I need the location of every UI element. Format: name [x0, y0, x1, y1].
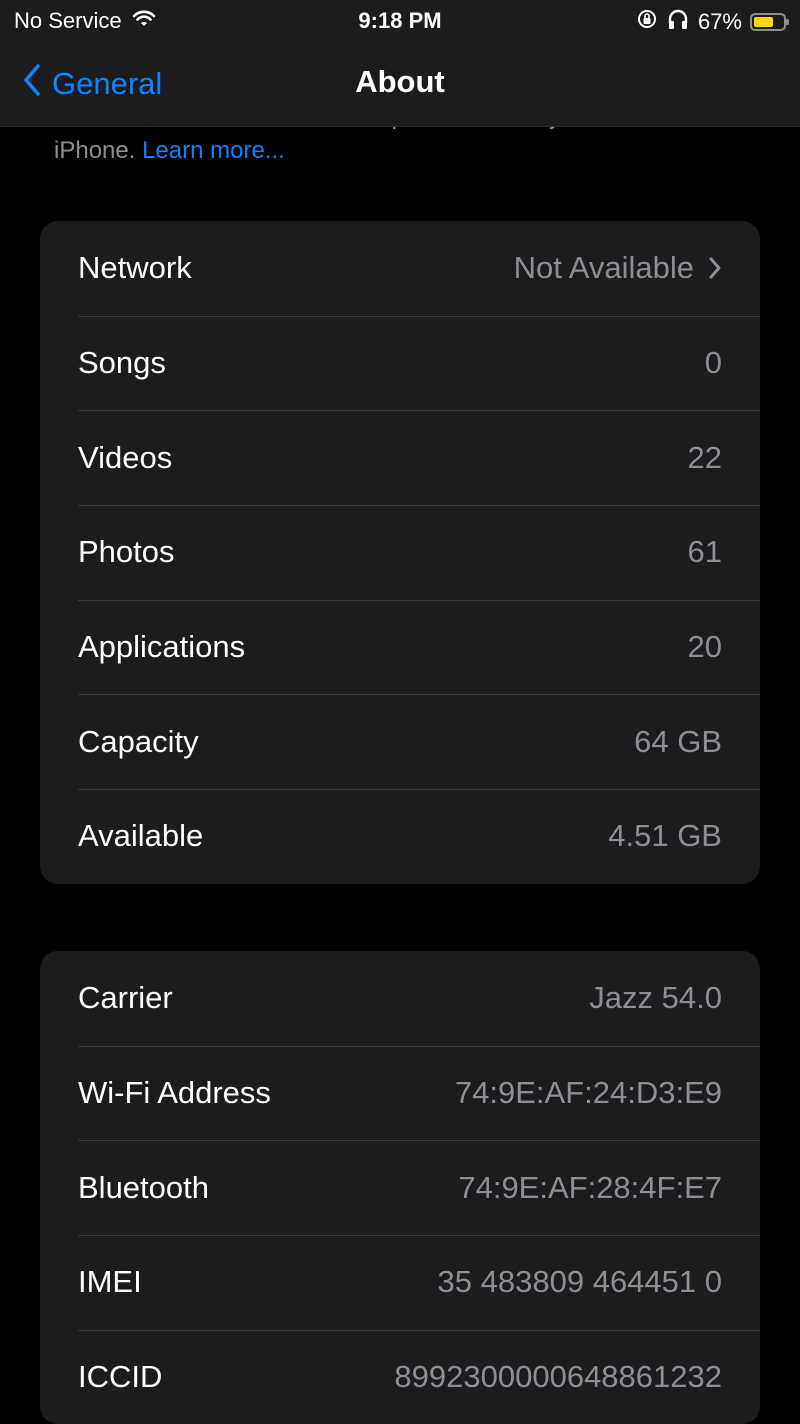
row-label: Capacity	[78, 723, 199, 759]
battery-level	[754, 17, 773, 27]
row-photos: Photos 61	[40, 505, 760, 600]
row-value: 61	[687, 534, 722, 570]
row-value: 0	[704, 345, 722, 381]
about-group-media: Network Not Available Songs 0 Videos 22 Photos…	[40, 221, 760, 884]
row-label: Songs	[78, 345, 166, 381]
status-bar: No Service 9:18 PM 67%	[0, 0, 800, 44]
row-available: Available 4.51 GB	[40, 789, 760, 884]
row-label: Applications	[78, 629, 246, 665]
intro-text-end: iPhone.	[54, 137, 136, 164]
row-value: 74:9E:AF:24:D3:E9	[454, 1075, 722, 1111]
battery-icon	[750, 13, 789, 31]
row-label: Bluetooth	[78, 1169, 209, 1205]
row-applications: Applications 20	[40, 599, 760, 695]
row-value: 35 483809 464451 0	[437, 1264, 722, 1300]
row-wi-fi-address: Wi-Fi Address 74:9E:AF:24:D3:E9	[40, 1045, 760, 1141]
row-value: 4.51 GB	[608, 818, 722, 854]
row-videos: Videos 22	[40, 410, 760, 505]
chevron-right-icon	[708, 256, 722, 280]
row-value: 22	[687, 439, 722, 475]
row-songs: Songs 0	[40, 315, 760, 411]
row-imei: IMEI 35 483809 464451 0	[40, 1235, 760, 1330]
row-value: 74:9E:AF:28:4F:E7	[458, 1169, 722, 1205]
orientation-lock-icon	[636, 8, 658, 36]
row-value: Jazz 54.0	[589, 980, 722, 1016]
row-label: Network	[78, 250, 192, 286]
row-label: Wi-Fi Address	[78, 1075, 271, 1111]
row-iccid: ICCID 8992300000648861232	[40, 1329, 760, 1424]
battery-percent: 67%	[697, 9, 742, 34]
about-group-identifiers: Carrier Jazz 54.0 Wi-Fi Address 74:9E:AF:24…	[40, 951, 760, 1424]
row-label: ICCID	[78, 1359, 163, 1395]
row-network[interactable]: Network Not Available	[40, 221, 760, 316]
navigation-bar: General About	[0, 44, 800, 127]
row-value: 20	[687, 629, 722, 665]
row-label: Carrier	[78, 980, 173, 1016]
row-carrier: Carrier Jazz 54.0	[40, 951, 760, 1046]
page-title: About	[355, 64, 445, 99]
row-label: IMEI	[78, 1264, 142, 1300]
row-label: Photos	[78, 534, 175, 570]
row-value: 64 GB	[634, 723, 722, 759]
status-right: 67%	[636, 8, 789, 36]
row-label: Available	[78, 818, 204, 854]
row-capacity: Capacity 64 GB	[40, 694, 760, 789]
learn-more-link[interactable]: Learn more...	[142, 137, 285, 164]
row-label: Videos	[78, 439, 173, 475]
row-value: 8992300000648861232	[394, 1359, 722, 1395]
row-bluetooth: Bluetooth 74:9E:AF:28:4F:E7	[40, 1140, 760, 1235]
row-value: Not Available	[513, 250, 694, 286]
headphones-icon	[666, 8, 690, 36]
